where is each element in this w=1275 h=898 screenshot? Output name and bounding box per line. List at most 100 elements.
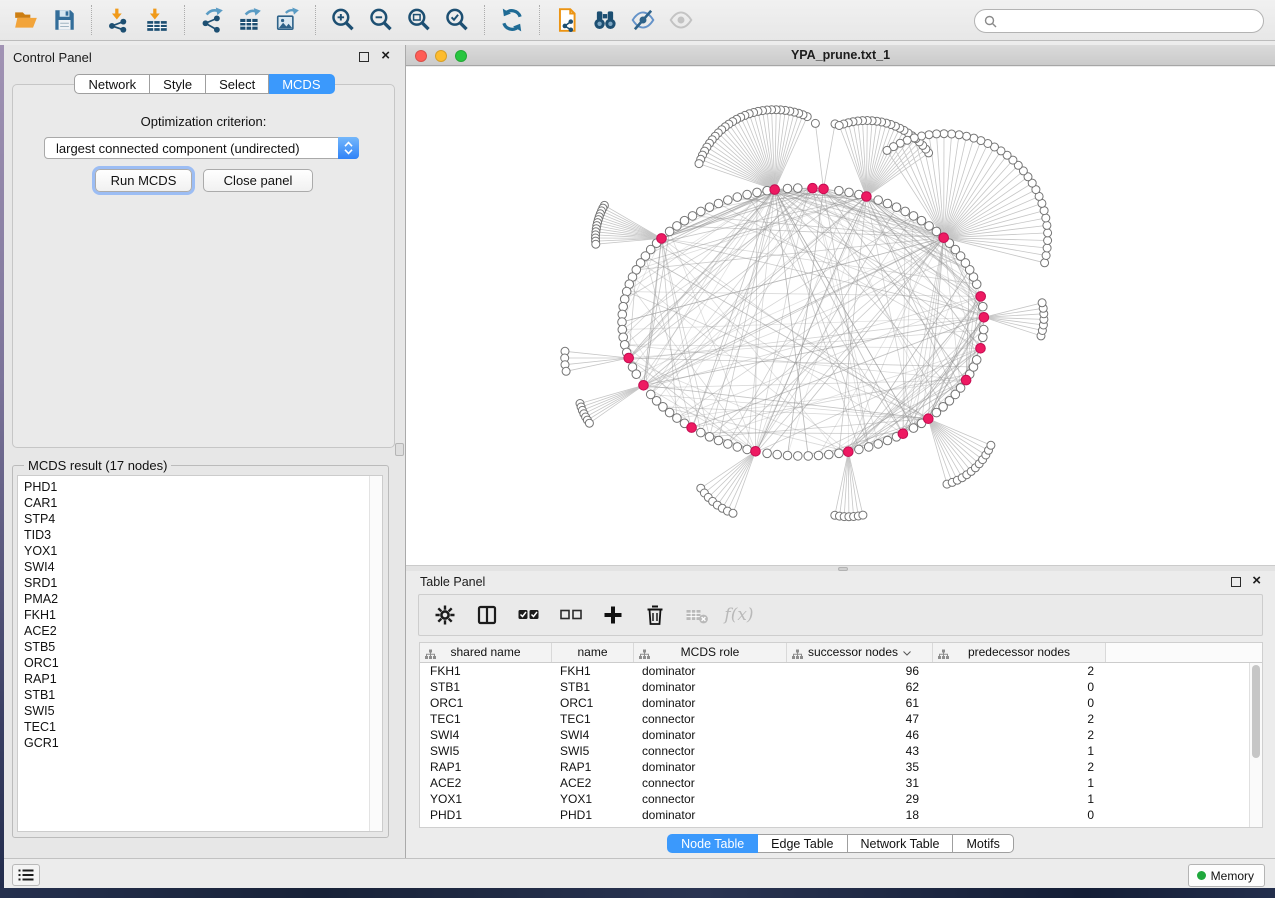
criterion-dropdown[interactable]: largest connected component (undirected)	[44, 137, 359, 159]
table-row[interactable]: TEC1TEC1connector472	[420, 711, 1262, 727]
table-cell: STB1	[552, 679, 634, 695]
table-cell: 1	[933, 791, 1106, 807]
table-cell: PHD1	[420, 807, 552, 823]
table-cell: SWI4	[420, 727, 552, 743]
search-input[interactable]	[1001, 11, 1256, 31]
table-scrollbar[interactable]	[1249, 663, 1262, 827]
export-table-icon[interactable]	[232, 3, 268, 37]
mcds-result-items: PHD1CAR1STP4TID3YOX1SWI4SRD1PMA2FKH1ACE2…	[18, 479, 368, 751]
mcds-result-item[interactable]: RAP1	[18, 671, 368, 687]
mcds-result-item[interactable]: STP4	[18, 511, 368, 527]
mcds-result-item[interactable]: ACE2	[18, 623, 368, 639]
table-row[interactable]: YOX1YOX1connector291	[420, 791, 1262, 807]
add-row-icon[interactable]	[599, 601, 627, 629]
save-session-icon[interactable]	[46, 3, 82, 37]
function-builder-icon[interactable]: f(x)	[725, 601, 753, 629]
table-cell: 18	[787, 807, 933, 823]
mcds-result-item[interactable]: SWI4	[18, 559, 368, 575]
mcds-result-item[interactable]: YOX1	[18, 543, 368, 559]
zoom-out-icon[interactable]	[363, 3, 399, 37]
close-panel-button[interactable]: Close panel	[203, 169, 313, 192]
tab-network-table[interactable]: Network Table	[848, 834, 954, 853]
apply-layout-icon[interactable]	[494, 3, 530, 37]
deselect-all-icon[interactable]	[557, 601, 585, 629]
tab-network[interactable]: Network	[74, 74, 150, 94]
tab-motifs[interactable]: Motifs	[953, 834, 1013, 853]
scrollbar-thumb[interactable]	[1252, 665, 1260, 758]
mcds-result-item[interactable]: SRD1	[18, 575, 368, 591]
table-row[interactable]: PHD1PHD1dominator180	[420, 807, 1262, 823]
show-all-icon[interactable]	[663, 3, 699, 37]
delete-column-icon[interactable]	[683, 601, 711, 629]
task-history-button[interactable]	[12, 864, 40, 886]
table-cell: RAP1	[420, 759, 552, 775]
table-row[interactable]: RAP1RAP1dominator352	[420, 759, 1262, 775]
close-table-panel-icon[interactable]: ×	[1252, 572, 1261, 589]
tab-node-table[interactable]: Node Table	[667, 834, 758, 853]
window-maximize-light[interactable]	[455, 50, 467, 62]
mcds-list-scrollbar[interactable]	[369, 476, 382, 831]
table-row[interactable]: FKH1FKH1dominator962	[420, 663, 1262, 679]
export-image-icon[interactable]	[270, 3, 306, 37]
delete-row-icon[interactable]	[641, 601, 669, 629]
column-header-shared-name[interactable]: shared name	[420, 643, 552, 662]
control-panel-title: Control Panel	[13, 50, 92, 65]
mcds-result-item[interactable]: PHD1	[18, 479, 368, 495]
close-panel-icon[interactable]: ×	[381, 47, 390, 64]
window-close-light[interactable]	[415, 50, 427, 62]
column-header-predecessor-nodes[interactable]: predecessor nodes	[933, 643, 1106, 662]
mcds-result-item[interactable]: STB5	[18, 639, 368, 655]
table-row[interactable]: ACE2ACE2connector311	[420, 775, 1262, 791]
hierarchy-icon	[938, 647, 949, 666]
mcds-result-item[interactable]: STB1	[18, 687, 368, 703]
vertical-splitter-grip[interactable]	[395, 443, 404, 456]
float-panel-icon[interactable]	[359, 52, 369, 62]
import-network-icon[interactable]	[101, 3, 137, 37]
open-file-icon[interactable]	[8, 3, 44, 37]
memory-button[interactable]: Memory	[1188, 864, 1265, 887]
table-cell: dominator	[634, 679, 787, 695]
mcds-result-item[interactable]: CAR1	[18, 495, 368, 511]
mcds-result-list[interactable]: PHD1CAR1STP4TID3YOX1SWI4SRD1PMA2FKH1ACE2…	[17, 475, 383, 832]
mcds-result-item[interactable]: ORC1	[18, 655, 368, 671]
tab-style[interactable]: Style	[150, 74, 206, 94]
float-table-panel-icon[interactable]	[1231, 577, 1241, 587]
table-cell: dominator	[634, 663, 787, 679]
table-row[interactable]: SWI4SWI4dominator462	[420, 727, 1262, 743]
mcds-result-item[interactable]: SWI5	[18, 703, 368, 719]
optimization-criterion-label: Optimization criterion:	[4, 114, 403, 129]
mcds-result-item[interactable]: FKH1	[18, 607, 368, 623]
zoom-fit-icon[interactable]	[401, 3, 437, 37]
run-mcds-button[interactable]: Run MCDS	[95, 169, 192, 192]
network-canvas[interactable]	[406, 67, 1275, 565]
export-network-icon[interactable]	[194, 3, 230, 37]
hide-selected-icon[interactable]	[625, 3, 661, 37]
tab-mcds[interactable]: MCDS	[269, 74, 334, 94]
table-row[interactable]: ORC1ORC1dominator610	[420, 695, 1262, 711]
new-network-from-selection-icon[interactable]	[549, 3, 585, 37]
toolbar-separator	[484, 5, 485, 35]
mcds-result-item[interactable]: TEC1	[18, 719, 368, 735]
column-header-name[interactable]: name	[552, 643, 634, 662]
table-settings-icon[interactable]	[431, 601, 459, 629]
import-table-icon[interactable]	[139, 3, 175, 37]
mcds-result-item[interactable]: TID3	[18, 527, 368, 543]
column-header-successor-nodes[interactable]: successor nodes	[787, 643, 933, 662]
mcds-result-title: MCDS result (17 nodes)	[24, 458, 171, 473]
zoom-selected-icon[interactable]	[439, 3, 475, 37]
table-cell: RAP1	[552, 759, 634, 775]
memory-status-dot	[1197, 871, 1206, 880]
window-minimize-light[interactable]	[435, 50, 447, 62]
table-row[interactable]: STB1STB1dominator620	[420, 679, 1262, 695]
table-cell: 62	[787, 679, 933, 695]
column-header-mcds-role[interactable]: MCDS role	[634, 643, 787, 662]
show-columns-icon[interactable]	[473, 601, 501, 629]
table-row[interactable]: SWI5SWI5connector431	[420, 743, 1262, 759]
mcds-result-item[interactable]: PMA2	[18, 591, 368, 607]
first-neighbors-icon[interactable]	[587, 3, 623, 37]
zoom-in-icon[interactable]	[325, 3, 361, 37]
tab-select[interactable]: Select	[206, 74, 269, 94]
mcds-result-item[interactable]: GCR1	[18, 735, 368, 751]
tab-edge-table[interactable]: Edge Table	[758, 834, 847, 853]
select-all-icon[interactable]	[515, 601, 543, 629]
